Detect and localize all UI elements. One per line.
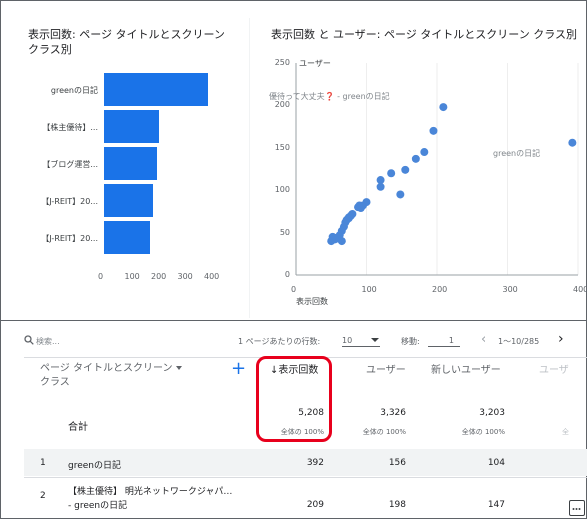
rows-per-page-label: 1 ページあたりの行数:: [238, 337, 321, 346]
scatter-annotation: 優待って大丈夫❓ - greenの日記: [269, 92, 390, 101]
row-index: 1: [40, 458, 46, 468]
dimension-header-line1: ページ タイトルとスクリーン: [40, 363, 173, 374]
scatter-x-tick: 0: [291, 285, 297, 294]
dropdown-arrow-icon: [175, 366, 182, 370]
col-header-truncated[interactable]: ユーザ: [539, 364, 569, 378]
rows-per-page-select[interactable]: 10: [342, 336, 380, 347]
total-label: 合計: [68, 422, 88, 433]
highlight-box: [256, 356, 332, 442]
scatter-point[interactable]: [568, 138, 577, 147]
scatter-x-tick: 200: [432, 285, 448, 294]
dimension-header-line2: クラス: [40, 377, 70, 388]
scatter-point[interactable]: [356, 204, 365, 213]
goto-input[interactable]: 1: [428, 336, 460, 347]
row-title-line2: - greenの日記: [68, 501, 128, 511]
feedback-icon[interactable]: [569, 500, 585, 516]
table-toolbar: 検索... 1 ページあたりの行数: 10 移動: 1 ‹ 1〜10/285 ›: [24, 330, 584, 354]
row-users: 198: [388, 500, 406, 510]
scatter-x-tick: 300: [502, 285, 518, 294]
card-divider: [249, 18, 250, 318]
scatter-point[interactable]: [344, 213, 353, 222]
search-icon[interactable]: [24, 335, 34, 347]
row-new-users: 147: [487, 500, 505, 510]
scatter-point[interactable]: [376, 182, 385, 191]
total-truncated-pct: 全: [562, 428, 569, 436]
total-users-pct: 全体の 100%: [362, 428, 406, 436]
row-index: 2: [40, 491, 46, 501]
row-title[interactable]: greenの日記: [68, 458, 121, 471]
total-new-users: 3,203: [479, 408, 505, 418]
section-divider: [0, 320, 587, 321]
row-users: 156: [388, 458, 406, 468]
scatter-point[interactable]: [411, 154, 420, 163]
scatter-annotation: greenの日記: [493, 149, 541, 158]
scatter-chart: [295, 63, 579, 276]
total-new-users-pct: 全体の 100%: [461, 428, 505, 436]
page-range: 1〜10/285: [498, 337, 540, 346]
next-page-icon[interactable]: ›: [558, 331, 564, 347]
dimension-header[interactable]: ページ タイトルとスクリーン クラス: [40, 362, 210, 390]
scatter-point[interactable]: [327, 237, 336, 246]
scatter-point[interactable]: [337, 237, 346, 246]
scatter-y-title: ユーザー: [299, 59, 331, 68]
scatter-point[interactable]: [396, 190, 405, 199]
scatter-y-tick: 250: [274, 58, 290, 67]
scatter-point[interactable]: [387, 169, 396, 178]
dropdown-arrow-icon: [371, 338, 379, 342]
row-title[interactable]: 【株主優待】 明光ネットワークジャパ…: [68, 484, 232, 497]
scatter-point[interactable]: [429, 126, 438, 135]
row-views: 209: [306, 500, 324, 510]
scatter-x-tick: 400: [573, 285, 587, 294]
scatter-point[interactable]: [439, 103, 448, 112]
plus-icon[interactable]: +: [231, 360, 246, 378]
goto-label: 移動:: [401, 337, 420, 346]
col-header-users[interactable]: ユーザー: [366, 364, 406, 378]
row-views: 392: [306, 458, 324, 468]
row-new-users: 104: [487, 458, 505, 468]
scatter-y-tick: 100: [274, 185, 290, 195]
search-input[interactable]: 検索...: [36, 336, 60, 347]
row-divider: [24, 477, 587, 478]
scatter-x-title: 表示回数: [296, 297, 328, 306]
prev-page-icon[interactable]: ‹: [481, 332, 486, 347]
scatter-point[interactable]: [401, 165, 410, 174]
scatter-y-tick: 50: [279, 227, 290, 237]
scatter-y-tick: 0: [284, 270, 290, 279]
scatter-y-tick: 150: [274, 142, 290, 152]
scatter-x-tick: 100: [361, 285, 377, 294]
col-header-new-users[interactable]: 新しいユーザー: [431, 364, 501, 378]
scatter-point[interactable]: [420, 148, 429, 157]
rows-per-page-value: 10: [342, 336, 353, 345]
total-users: 3,326: [380, 408, 406, 418]
